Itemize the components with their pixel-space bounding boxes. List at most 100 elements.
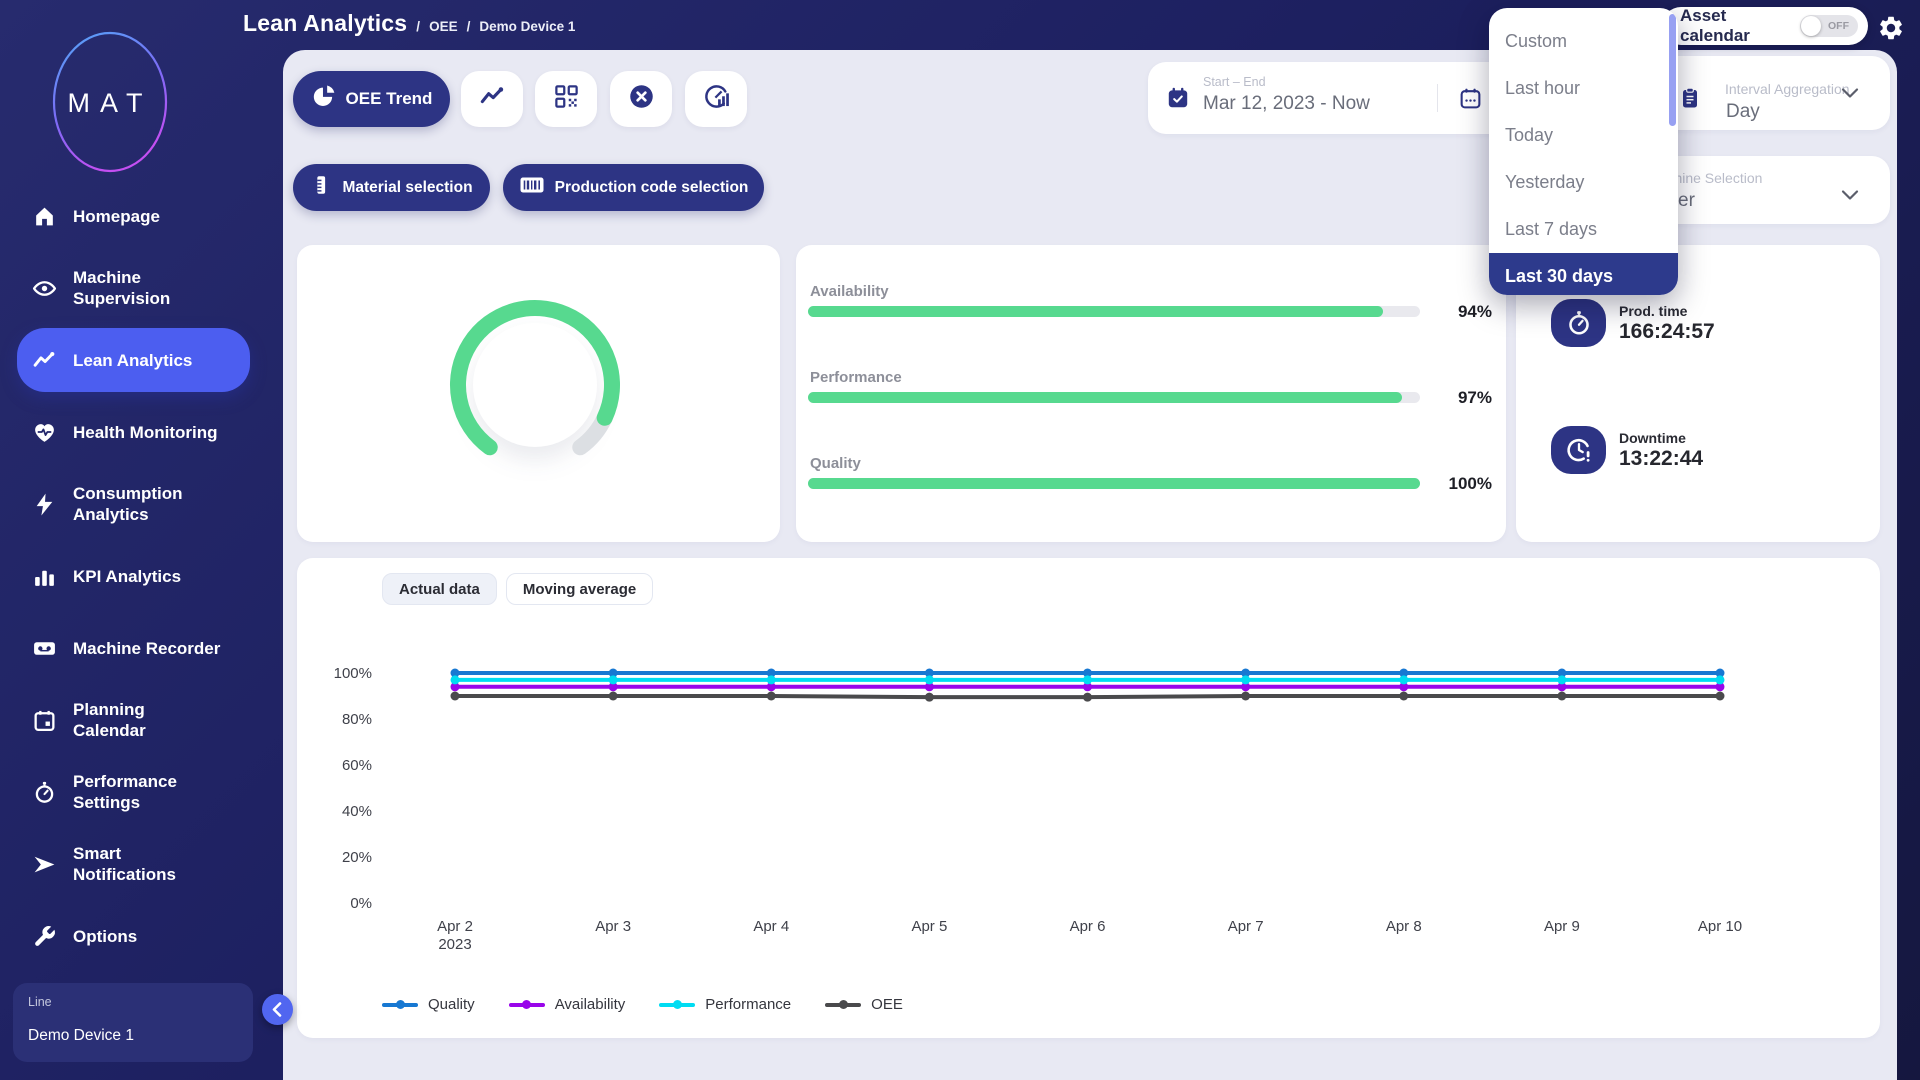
data-point [451,692,460,701]
legend-item-quality[interactable]: Quality [382,996,475,1013]
chevron-left-icon [262,994,293,1025]
svg-text:2023: 2023 [438,936,471,953]
dropdown-item-last-30-days[interactable]: Last 30 days [1489,253,1678,295]
sidebar-item-health-monitoring[interactable]: Health Monitoring [17,400,250,464]
bar-value-performance: 97% [1412,388,1492,408]
asset-calendar-label: Asset calendar [1680,6,1800,46]
interval-aggregation-value: Day [1726,101,1760,123]
asset-calendar-toggle[interactable]: OFF [1800,15,1858,37]
calendar-icon [32,708,57,733]
sidebar-item-label: PlanningCalendar [73,699,146,741]
sidebar-item-kpi-analytics[interactable]: KPI Analytics [17,544,250,608]
sidebar-nav: Homepage MachineSupervision Lean Analytics… [0,184,283,976]
sidebar-item-label: PerformanceSettings [73,771,177,813]
line-label: Line [28,995,238,1009]
stopwatch-icon [1551,299,1606,347]
sidebar-item-label: Homepage [73,206,160,227]
sidebar-item-label: Health Monitoring [73,422,217,443]
dropdown-item-yesterday[interactable]: Yesterday [1489,159,1678,206]
sidebar-item-label: Options [73,926,137,947]
dropdown-item-custom[interactable]: Custom [1489,18,1678,65]
home-icon [32,204,57,229]
progress-fill [808,306,1383,317]
legend-item-performance[interactable]: Performance [659,996,791,1013]
sidebar-item-machine-recorder[interactable]: Machine Recorder [17,616,250,680]
gauge-stats-icon [703,83,730,115]
progress-track [808,392,1420,403]
field-divider [1437,84,1438,112]
sidebar-item-lean-analytics[interactable]: Lean Analytics [17,328,250,392]
time-range-dropdown: CustomLast hourTodayYesterdayLast 7 days… [1489,8,1678,295]
clock-alert-icon [1551,426,1606,474]
oee-trend-button[interactable]: OEE Trend [293,71,450,127]
data-point [609,692,618,701]
date-range-label: Start – End [1203,75,1266,89]
bar-label-quality: Quality [810,455,861,472]
sidebar-item-performance-settings[interactable]: PerformanceSettings [17,760,250,824]
date-range-field[interactable]: Start – End Mar 12, 2023 - Now [1148,62,1545,134]
qr-grid-button[interactable] [535,71,597,127]
data-point [451,675,460,684]
breadcrumb: Lean Analytics / OEE / Demo Device 1 [243,10,575,37]
svg-text:Apr 8: Apr 8 [1386,918,1422,935]
oee-trend-label: OEE Trend [346,89,433,109]
time-label: Downtime [1619,430,1686,446]
bar-label-availability: Availability [810,283,889,300]
dropdown-item-last-7-days[interactable]: Last 7 days [1489,206,1678,253]
sidebar-item-planning-calendar[interactable]: PlanningCalendar [17,688,250,752]
sidebar-collapse-button[interactable] [262,994,293,1025]
line-chart-button[interactable] [461,71,523,127]
dropdown-item-last-hour[interactable]: Last hour [1489,65,1678,112]
x-circle-button[interactable] [610,71,672,127]
toggle-knob [1801,16,1821,36]
bar-value-availability: 94% [1412,302,1492,322]
production-code-selection-button[interactable]: Production code selection [503,164,764,211]
page-title: Lean Analytics [243,10,407,37]
legend-label: OEE [871,996,903,1013]
data-point [925,675,934,684]
dropdown-item-today[interactable]: Today [1489,112,1678,159]
data-point [767,692,776,701]
production-code-label: Production code selection [555,179,749,197]
chevron-down-icon [1840,86,1860,104]
breadcrumb-device: Demo Device 1 [479,19,575,34]
bar-value-quality: 100% [1412,474,1492,494]
legend-item-oee[interactable]: OEE [825,996,903,1013]
sidebar-item-label: Lean Analytics [73,350,192,371]
sidebar-item-machine-supervision[interactable]: MachineSupervision [17,256,250,320]
gauge-stats-button[interactable] [685,71,747,127]
svg-text:0%: 0% [350,895,372,912]
breadcrumb-oee: OEE [429,19,458,34]
data-point [1557,692,1566,701]
sidebar-item-options[interactable]: Options [17,904,250,968]
oee-gauge [297,245,780,542]
legend-label: Quality [428,996,475,1013]
svg-text:100%: 100% [334,665,372,682]
eye-icon [32,276,57,301]
mat-logo: MAT [50,28,170,181]
svg-text:Apr 5: Apr 5 [911,918,947,935]
legend-item-availability[interactable]: Availability [509,996,626,1013]
material-selection-button[interactable]: Material selection [293,164,490,211]
sidebar-item-smart-notifications[interactable]: SmartNotifications [17,832,250,896]
time-label: Prod. time [1619,303,1687,319]
x-circle-icon [628,83,655,115]
clipboard-icon [1678,85,1702,116]
machine-selection-value: er [1678,190,1695,212]
calendar-dots-icon[interactable] [1458,86,1483,116]
sidebar-item-consumption-analytics[interactable]: ConsumptionAnalytics [17,472,250,536]
svg-text:20%: 20% [342,849,372,866]
trend-chart-card: Actual data Moving average 100%80%60%40%… [297,558,1880,1038]
date-range-value: Mar 12, 2023 - Now [1203,93,1370,115]
legend-line-sample [509,1000,545,1009]
selected-line-card[interactable]: Line Demo Device 1 [13,983,253,1062]
bolt-icon [32,492,57,517]
time-value: 13:22:44 [1619,447,1703,471]
gear-icon[interactable] [1877,14,1905,42]
line-device: Demo Device 1 [28,1027,238,1045]
legend-line-sample [382,1000,418,1009]
svg-text:Apr 3: Apr 3 [595,918,631,935]
svg-text:Apr 2: Apr 2 [437,918,473,935]
pie-chart-icon [311,84,336,114]
sidebar-item-homepage[interactable]: Homepage [17,184,250,248]
